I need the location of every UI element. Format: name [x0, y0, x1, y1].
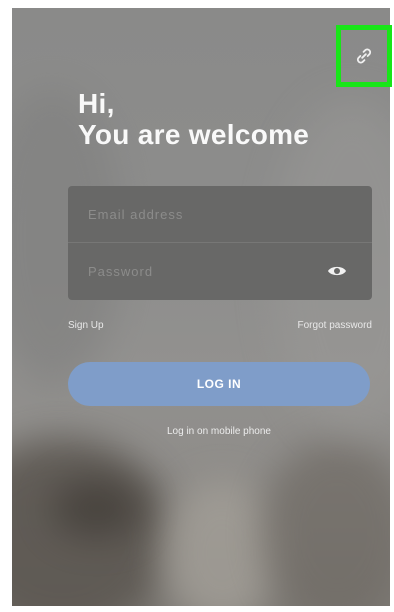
link-settings-button[interactable] [336, 25, 392, 87]
welcome-heading-line1: Hi, [78, 88, 115, 119]
eye-icon[interactable] [324, 260, 350, 282]
email-field[interactable] [86, 205, 306, 223]
sign-up-link[interactable]: Sign Up [68, 320, 104, 331]
background-blur [52, 478, 142, 538]
login-form [68, 186, 372, 300]
welcome-heading-line2: You are welcome [78, 119, 310, 150]
auth-links: Sign Up Forgot password [68, 320, 372, 331]
login-button[interactable]: LOG IN [68, 362, 370, 406]
link-icon [356, 48, 372, 64]
phone-login-link[interactable]: Log in on mobile phone [68, 426, 370, 437]
welcome-heading: Hi, You are welcome [78, 88, 309, 150]
password-row [68, 243, 372, 300]
login-screen: Hi, You are welcome Sign Up Forgot passw… [12, 8, 390, 606]
password-field[interactable] [86, 263, 306, 280]
forgot-password-link[interactable]: Forgot password [298, 320, 372, 331]
email-row [68, 186, 372, 243]
background-blur [262, 438, 390, 606]
